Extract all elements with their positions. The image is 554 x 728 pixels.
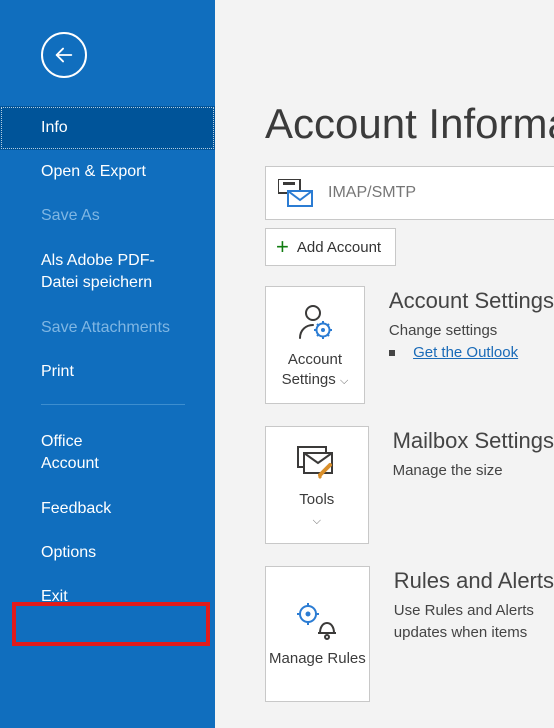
- section-desc-1: Use Rules and Alerts: [394, 600, 554, 622]
- menu-item-options[interactable]: Options: [0, 531, 215, 575]
- backstage-sidebar: Info Open & Export Save As Als Adobe PDF…: [0, 0, 215, 728]
- chevron-down-icon: ⌵: [313, 515, 321, 527]
- section-title: Mailbox Settings: [393, 428, 554, 454]
- menu-label: Options: [41, 544, 96, 561]
- back-arrow-icon: [53, 44, 75, 66]
- account-settings-button[interactable]: Account Settings ⌵: [265, 286, 365, 404]
- menu-label: Save Attachments: [41, 319, 170, 336]
- account-selector[interactable]: IMAP/SMTP: [265, 166, 554, 220]
- menu-label: Print: [41, 363, 74, 380]
- account-type-label: IMAP/SMTP: [328, 184, 416, 202]
- section-title: Rules and Alerts: [394, 568, 554, 594]
- menu-item-save-as: Save As: [0, 194, 215, 238]
- menu-item-feedback[interactable]: Feedback: [0, 487, 215, 531]
- menu-label: Als Adobe PDF-Datei speichern: [41, 252, 155, 291]
- section-desc-2: updates when items: [394, 622, 554, 644]
- menu-item-office-account[interactable]: OfficeAccount: [0, 419, 215, 487]
- menu-label: OfficeAccount: [41, 433, 99, 472]
- menu-label: Exit: [41, 588, 68, 605]
- section-desc: Change settings: [389, 320, 554, 342]
- tools-button[interactable]: Tools ⌵: [265, 426, 369, 544]
- button-label-2: Settings: [282, 371, 336, 388]
- menu-item-open-export[interactable]: Open & Export: [0, 150, 215, 194]
- menu-item-save-attachments: Save Attachments: [0, 306, 215, 350]
- manage-rules-button[interactable]: Manage Rules: [265, 566, 370, 702]
- menu-item-adobe-pdf[interactable]: Als Adobe PDF-Datei speichern: [0, 238, 215, 306]
- menu-item-print[interactable]: Print: [0, 350, 215, 394]
- bullet-icon: [389, 350, 395, 356]
- back-button[interactable]: [41, 32, 87, 78]
- mailbox-icon: [278, 179, 314, 207]
- button-label: Manage Rules: [269, 650, 366, 667]
- button-label-1: Account: [288, 351, 342, 368]
- rules-icon: [295, 599, 339, 643]
- menu-label: Open & Export: [41, 163, 146, 180]
- menu-label: Save As: [41, 207, 100, 224]
- menu-divider: [41, 404, 185, 405]
- tools-icon: [296, 440, 338, 484]
- section-title: Account Settings: [389, 288, 554, 314]
- chevron-down-icon: ⌵: [340, 375, 348, 387]
- menu-label: Info: [41, 119, 68, 136]
- page-title: Account Information: [265, 100, 554, 148]
- menu-label: Feedback: [41, 500, 111, 517]
- main-content: Account Information IMAP/SMTP + Add Acco…: [215, 0, 554, 728]
- add-account-label: Add Account: [297, 239, 381, 256]
- add-account-button[interactable]: + Add Account: [265, 228, 396, 266]
- backstage-menu: Info Open & Export Save As Als Adobe PDF…: [0, 106, 215, 619]
- menu-item-exit[interactable]: Exit: [0, 575, 215, 619]
- plus-icon: +: [276, 236, 289, 258]
- section-desc: Manage the size: [393, 460, 554, 482]
- get-outlook-link[interactable]: Get the Outlook: [413, 344, 518, 361]
- button-label: Tools: [299, 491, 334, 508]
- person-gear-icon: [295, 300, 335, 344]
- menu-item-info[interactable]: Info: [0, 106, 215, 150]
